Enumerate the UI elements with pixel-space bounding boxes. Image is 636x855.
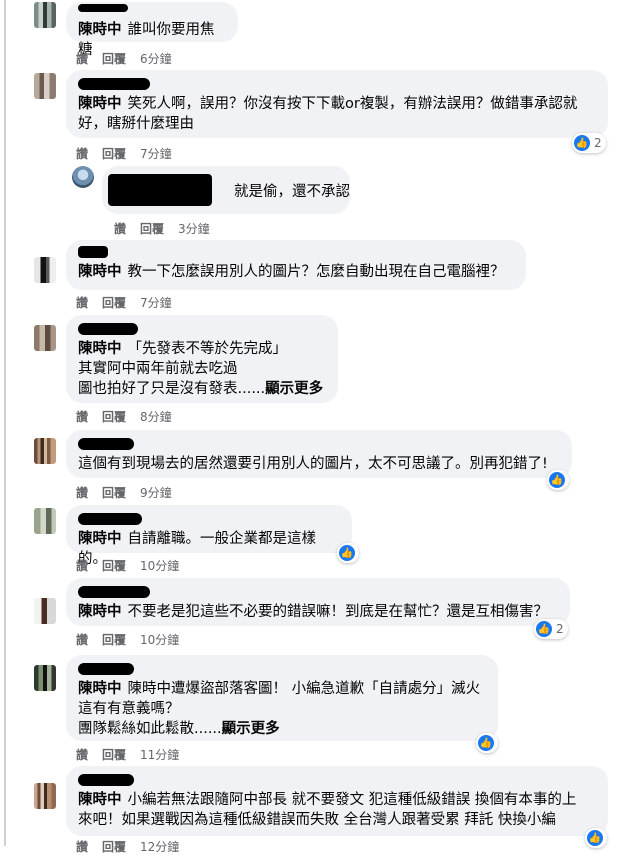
thumbs-up-icon: 👍 [549, 472, 565, 488]
redacted-author [78, 513, 142, 525]
timestamp[interactable]: 8分鐘 [140, 410, 172, 424]
redacted-author [78, 4, 128, 12]
comment-bubble: 陳時中 不要老是犯這些不必要的錯誤嘛！到底是在幫忙？還是互相傷害？ [66, 578, 570, 626]
comment-actions: 讚回覆 10分鐘 [76, 557, 193, 574]
comment-actions: 讚回覆 11分鐘 [76, 746, 193, 763]
reaction-count[interactable]: 👍 2 [572, 133, 606, 153]
comment-actions: 讚回覆 3分鐘 [114, 220, 224, 237]
like-button[interactable]: 讚 [114, 222, 126, 236]
redacted-author [78, 663, 134, 675]
like-button[interactable]: 讚 [76, 147, 88, 161]
reply-button[interactable]: 回覆 [102, 410, 126, 424]
redacted-author [78, 438, 134, 450]
comment-bubble: 陳時中 自請離職。一般企業都是這樣的。 [66, 505, 352, 567]
timestamp[interactable]: 12分鐘 [140, 840, 179, 854]
reply-button[interactable]: 回覆 [102, 840, 126, 854]
avatar[interactable] [34, 508, 56, 534]
avatar[interactable] [34, 2, 56, 28]
comment-text: 這個有到現場去的居然還要引用別人的圖片，太不可思議了。別再犯錯了! [78, 456, 548, 472]
like-button[interactable]: 讚 [76, 296, 88, 310]
comment-text: 笑死人啊，誤用？你沒有按下下載or複製，有辦法誤用？做錯事承認就 好，瞎掰什麼理… [78, 96, 578, 132]
reaction-count[interactable]: 👍 2 [534, 619, 568, 639]
comment-text: 小編若無法跟隨阿中部長 就不要發文 犯這種低級錯誤 換個有本事的上 來吧！如果選… [78, 792, 577, 828]
like-button[interactable]: 讚 [76, 559, 88, 573]
like-button[interactable]: 讚 [76, 633, 88, 647]
comment-bubble: 陳時中 小編若無法跟隨阿中部長 就不要發文 犯這種低級錯誤 換個有本事的上 來吧！… [66, 766, 608, 836]
like-button[interactable]: 讚 [76, 52, 88, 66]
comment-actions: 讚回覆 12分鐘 [76, 838, 193, 855]
mention[interactable]: 陳時中 [78, 604, 122, 620]
mention[interactable]: 陳時中 [78, 792, 122, 808]
like-button[interactable]: 讚 [76, 840, 88, 854]
reaction-count[interactable]: 👍 [585, 828, 607, 848]
avatar[interactable] [34, 257, 56, 283]
timestamp[interactable]: 7分鐘 [140, 147, 172, 161]
like-button[interactable]: 讚 [76, 486, 88, 500]
like-button[interactable]: 讚 [76, 748, 88, 762]
redacted-author [78, 78, 150, 90]
redacted-author [78, 246, 108, 258]
avatar[interactable] [34, 783, 56, 809]
reply-button[interactable]: 回覆 [102, 52, 126, 66]
reply-button[interactable]: 回覆 [102, 486, 126, 500]
comment-actions: 讚回覆 7分鐘 [76, 145, 186, 162]
thumbs-up-icon: 👍 [339, 545, 355, 561]
timestamp[interactable]: 7分鐘 [140, 296, 172, 310]
timestamp[interactable]: 3分鐘 [178, 222, 210, 236]
mention[interactable]: 陳時中 [78, 22, 122, 38]
reply-button[interactable]: 回覆 [102, 147, 126, 161]
reply-button[interactable]: 回覆 [102, 559, 126, 573]
thread-line [4, 0, 6, 846]
comment-bubble: 陳時中 笑死人啊，誤用？你沒有按下下載or複製，有辦法誤用？做錯事承認就 好，瞎掰… [66, 70, 608, 138]
reply-button[interactable]: 回覆 [102, 633, 126, 647]
mention[interactable]: 陳時中 [78, 341, 122, 357]
redacted-author [78, 323, 138, 335]
avatar[interactable] [34, 325, 56, 351]
avatar[interactable] [34, 438, 56, 464]
comment-actions: 讚回覆 9分鐘 [76, 484, 186, 501]
comment-actions: 讚回覆 6分鐘 [76, 50, 186, 67]
timestamp[interactable]: 10分鐘 [140, 633, 179, 647]
comment-actions: 讚回覆 10分鐘 [76, 631, 193, 648]
avatar[interactable] [72, 166, 94, 188]
comment-bubble: 這個有到現場去的居然還要引用別人的圖片，太不可思議了。別再犯錯了! [66, 430, 572, 478]
reaction-count[interactable]: 👍 [337, 543, 359, 563]
redacted-author [78, 774, 134, 786]
reaction-count[interactable]: 👍 [476, 733, 498, 753]
comment-bubble: 陳時中 教一下怎麼誤用別人的圖片？怎麼自動出現在自己電腦裡？ [66, 240, 526, 290]
like-button[interactable]: 讚 [76, 410, 88, 424]
thumbs-up-icon: 👍 [587, 830, 603, 846]
mention[interactable]: 陳時中 [78, 264, 122, 280]
thumbs-up-icon: 👍 [574, 135, 590, 151]
comment-text: 教一下怎麼誤用別人的圖片？怎麼自動出現在自己電腦裡？ [127, 264, 505, 280]
timestamp[interactable]: 10分鐘 [140, 559, 179, 573]
redacted-author [78, 586, 150, 598]
comment-actions: 讚回覆 8分鐘 [76, 408, 186, 425]
timestamp[interactable]: 6分鐘 [140, 52, 172, 66]
redacted-author [108, 174, 212, 206]
comment-bubble: 陳時中 「先發表不等於先完成」 其實阿中兩年前就去吃過 圖也拍好了只是沒有發表..… [66, 315, 338, 403]
avatar[interactable] [34, 73, 56, 99]
timestamp[interactable]: 9分鐘 [140, 486, 172, 500]
mention[interactable]: 陳時中 [78, 681, 122, 697]
reply-bubble: 就是偷，還不承認 [102, 166, 350, 214]
reaction-count[interactable]: 👍 [547, 470, 569, 490]
reply-button[interactable]: 回覆 [102, 296, 126, 310]
comment-bubble: 陳時中 陳時中遭爆盜部落客圖！ 小編急道歉「自請處分」滅火 這有有意義嗎？ 團隊鬆… [66, 655, 498, 741]
reply-button[interactable]: 回覆 [140, 222, 164, 236]
thumbs-up-icon: 👍 [478, 735, 494, 751]
mention[interactable]: 陳時中 [78, 96, 122, 112]
reply-button[interactable]: 回覆 [102, 748, 126, 762]
comment-actions: 讚回覆 7分鐘 [76, 294, 186, 311]
comment-text: 就是偷，還不承認 [234, 184, 350, 200]
see-more-link[interactable]: 顯示更多 [222, 721, 280, 737]
see-more-link[interactable]: 顯示更多 [265, 381, 323, 397]
timestamp[interactable]: 11分鐘 [140, 748, 179, 762]
thumbs-up-icon: 👍 [536, 621, 552, 637]
comment-bubble: 陳時中 誰叫你要用焦糖 [66, 2, 238, 58]
comment-text: 不要老是犯這些不必要的錯誤嘛！到底是在幫忙？還是互相傷害？ [127, 604, 549, 620]
avatar[interactable] [34, 598, 56, 624]
avatar[interactable] [34, 665, 56, 691]
mention[interactable]: 陳時中 [78, 531, 122, 547]
